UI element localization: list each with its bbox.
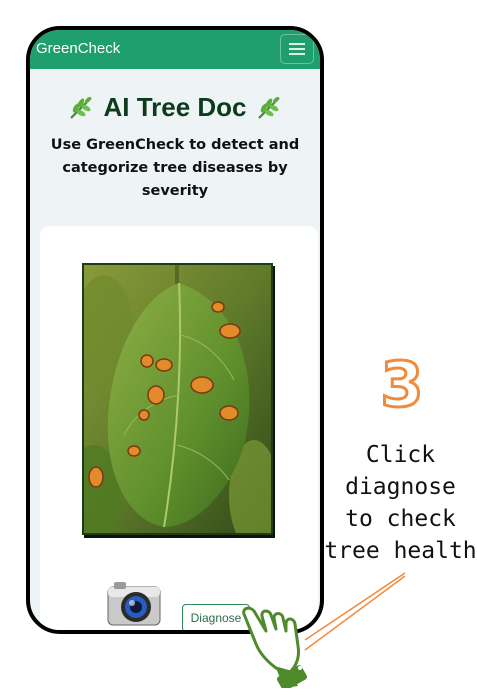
instruction-line: to check [345,506,456,532]
pointing-hand-icon [236,596,336,691]
step-number: 3 [379,347,425,423]
instruction-line: diagnose [345,474,456,500]
instruction-line: tree health [324,538,477,564]
instruction-line: Click [365,442,436,468]
